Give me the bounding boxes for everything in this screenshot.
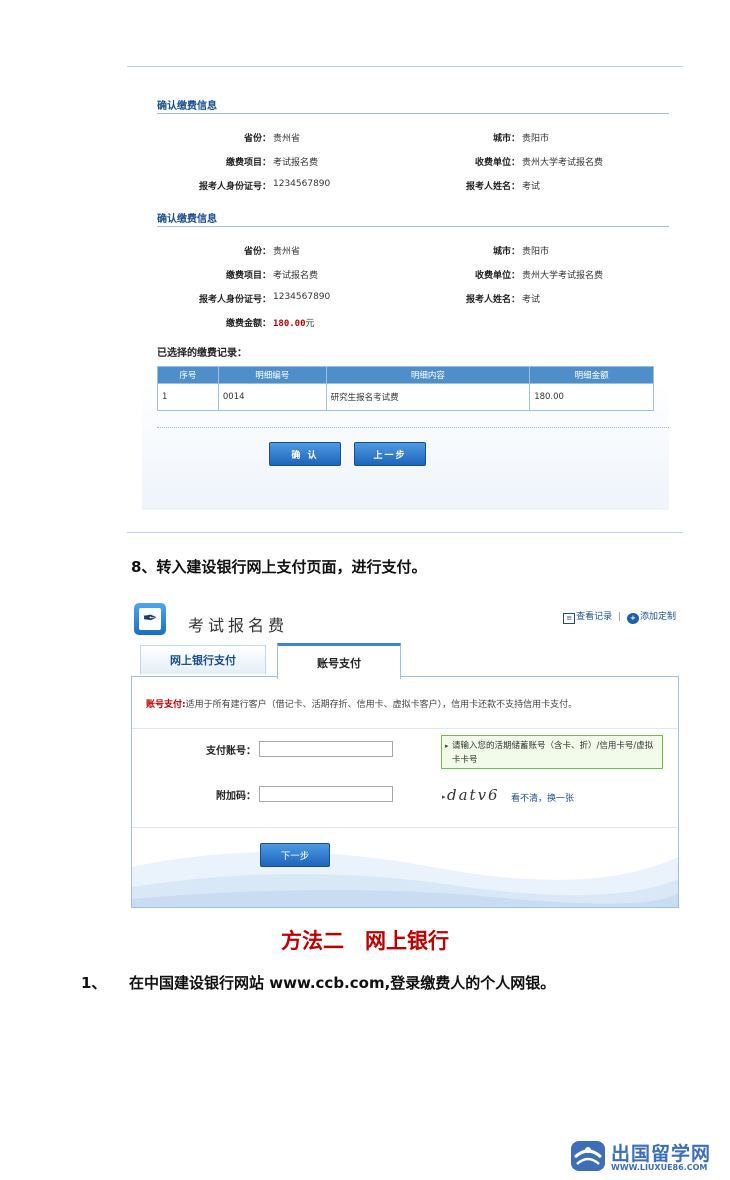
plus-icon: +: [626, 613, 639, 624]
account-payment-note: 账号支付:适用于所有建行客户（借记卡、活期存折、信用卡、虚拟卡客户），信用卡还款…: [146, 697, 577, 710]
province-label: 省份：: [243, 134, 271, 144]
extra-code-input[interactable]: [259, 786, 393, 802]
section-rule: [157, 113, 669, 114]
pen-icon: ✒: [134, 603, 166, 635]
item-value: 考试报名费: [273, 158, 319, 168]
view-records-link[interactable]: 查看记录: [576, 612, 612, 622]
id-label: 报考人身份证号：: [198, 182, 271, 192]
payee-value: 贵州大学考试报名费: [522, 271, 604, 281]
divider: [132, 728, 678, 729]
note-text: 适用于所有建行客户（借记卡、活期存折、信用卡、虚拟卡客户），信用卡还款不支持信用…: [185, 700, 578, 710]
col-header-amount: 明细金额: [529, 366, 654, 384]
amount-row: 180.00元: [273, 316, 315, 329]
records-icon: ≡: [563, 613, 576, 624]
page-title: 考试报名费: [188, 616, 289, 635]
ccb-payment-screenshot: ✒ 考试报名费 ≡ 查看记录 | + 添加定制 网上银行支付 账号支付 账号支付:适…: [131, 600, 679, 908]
step-1-body: 在中国建设银行网站 www.ccb.com,登录缴费人的个人网银。: [129, 974, 556, 992]
cell-code: 0014: [217, 383, 327, 411]
account-label: 支付账号：: [206, 746, 256, 757]
refresh-captcha-link[interactable]: 看不清，换一张: [511, 791, 574, 804]
step-1-text: 1、 在中国建设银行网站 www.ccb.com,登录缴费人的个人网银。: [81, 972, 555, 993]
tip-text: 请输入您的活期储蓄账号（含卡、折）/信用卡号/虚拟卡卡号: [452, 741, 654, 765]
records-table: 序号 明细编号 明细内容 明细金额 1 0014 研究生报名考试费 180.00: [157, 366, 654, 411]
cell-index: 1: [157, 383, 219, 411]
item-value: 考试报名费: [273, 271, 319, 281]
step-number: 1、: [81, 974, 107, 992]
city-value: 贵阳市: [522, 247, 550, 257]
method-2-heading: 方法二 网上银行: [281, 928, 449, 953]
note-label: 账号支付:: [146, 700, 186, 710]
section-rule: [157, 226, 669, 227]
watermark-text: 出国留学网: [611, 1143, 712, 1165]
payee-value: 贵州大学考试报名费: [522, 158, 604, 168]
payment-form: 账号支付:适用于所有建行客户（借记卡、活期存折、信用卡、虚拟卡客户），信用卡还款…: [131, 676, 679, 908]
captcha-image: datv6: [447, 786, 500, 804]
account-input[interactable]: [259, 741, 393, 757]
name-value: 考试: [522, 295, 541, 305]
add-custom-link[interactable]: 添加定制: [640, 612, 676, 622]
city-label: 城市：: [492, 247, 520, 257]
confirm-button[interactable]: 确 认: [269, 442, 341, 466]
col-header-index: 序号: [157, 366, 219, 384]
confirm-payment-screenshot: 确认缴费信息 省份： 贵州省 城市： 贵阳市 缴费项目： 考试报名费 收费单位：…: [127, 64, 683, 534]
top-links: ≡ 查看记录 | + 添加定制: [563, 609, 676, 624]
col-header-code: 明细编号: [217, 366, 327, 384]
payee-label: 收费单位：: [474, 271, 520, 281]
confirm-panel-1: 确认缴费信息 省份： 贵州省 城市： 贵阳市 缴费项目： 考试报名费 收费单位：…: [142, 78, 669, 194]
records-title: 已选择的缴费记录：: [157, 348, 247, 359]
city-value: 贵阳市: [522, 134, 550, 144]
back-button[interactable]: 上一步: [354, 442, 426, 466]
tab-account[interactable]: 账号支付: [277, 643, 401, 679]
bottom-divider: [127, 532, 683, 533]
section-title: 确认缴费信息: [157, 101, 217, 112]
name-label: 报考人姓名：: [465, 182, 520, 192]
amount-label: 缴费金额：: [225, 319, 271, 329]
id-label: 报考人身份证号：: [198, 295, 271, 305]
tab-online-bank[interactable]: 网上银行支付: [140, 645, 266, 674]
table-row: 1 0014 研究生报名考试费 180.00: [157, 383, 654, 411]
id-value: 1234567890: [273, 292, 331, 302]
extra-code-label: 附加码：: [216, 791, 256, 802]
province-value: 贵州省: [273, 247, 301, 257]
dotted-divider: [157, 427, 669, 428]
name-label: 报考人姓名：: [465, 295, 520, 305]
province-label: 省份：: [243, 247, 271, 257]
amount-unit: 元: [305, 319, 315, 329]
next-button[interactable]: 下一步: [260, 843, 330, 867]
captcha-arrow-icon: ▸: [442, 793, 446, 801]
id-value: 1234567890: [273, 179, 331, 189]
table-header-row: 序号 明细编号 明细内容 明细金额: [157, 366, 654, 384]
step-8-text: 8、转入建设银行网上支付页面，进行支付。: [131, 558, 427, 576]
province-value: 贵州省: [273, 134, 301, 144]
confirm-panel-2: 确认缴费信息 省份： 贵州省 城市： 贵阳市 缴费项目： 考试报名费 收费单位：…: [142, 194, 669, 510]
name-value: 考试: [522, 182, 541, 192]
watermark: 出国留学网 WWW.LIUXUE86.COM: [569, 1137, 729, 1177]
payee-label: 收费单位：: [474, 158, 520, 168]
city-label: 城市：: [492, 134, 520, 144]
watermark-url: WWW.LIUXUE86.COM: [611, 1163, 708, 1172]
section-title: 确认缴费信息: [157, 214, 217, 225]
tip-arrow-icon: ▸: [445, 742, 449, 750]
top-divider: [127, 66, 683, 67]
decorative-wave: [132, 852, 678, 907]
globe-logo-icon: [571, 1141, 605, 1171]
cell-amount: 180.00: [529, 383, 654, 411]
col-header-content: 明细内容: [325, 366, 531, 384]
cell-content: 研究生报名考试费: [325, 383, 531, 411]
item-label: 缴费项目：: [225, 158, 271, 168]
account-tip: ▸ 请输入您的活期储蓄账号（含卡、折）/信用卡号/虚拟卡卡号: [441, 735, 663, 769]
item-label: 缴费项目：: [225, 271, 271, 281]
amount-value: 180.00: [273, 319, 306, 329]
link-separator: |: [618, 612, 622, 622]
